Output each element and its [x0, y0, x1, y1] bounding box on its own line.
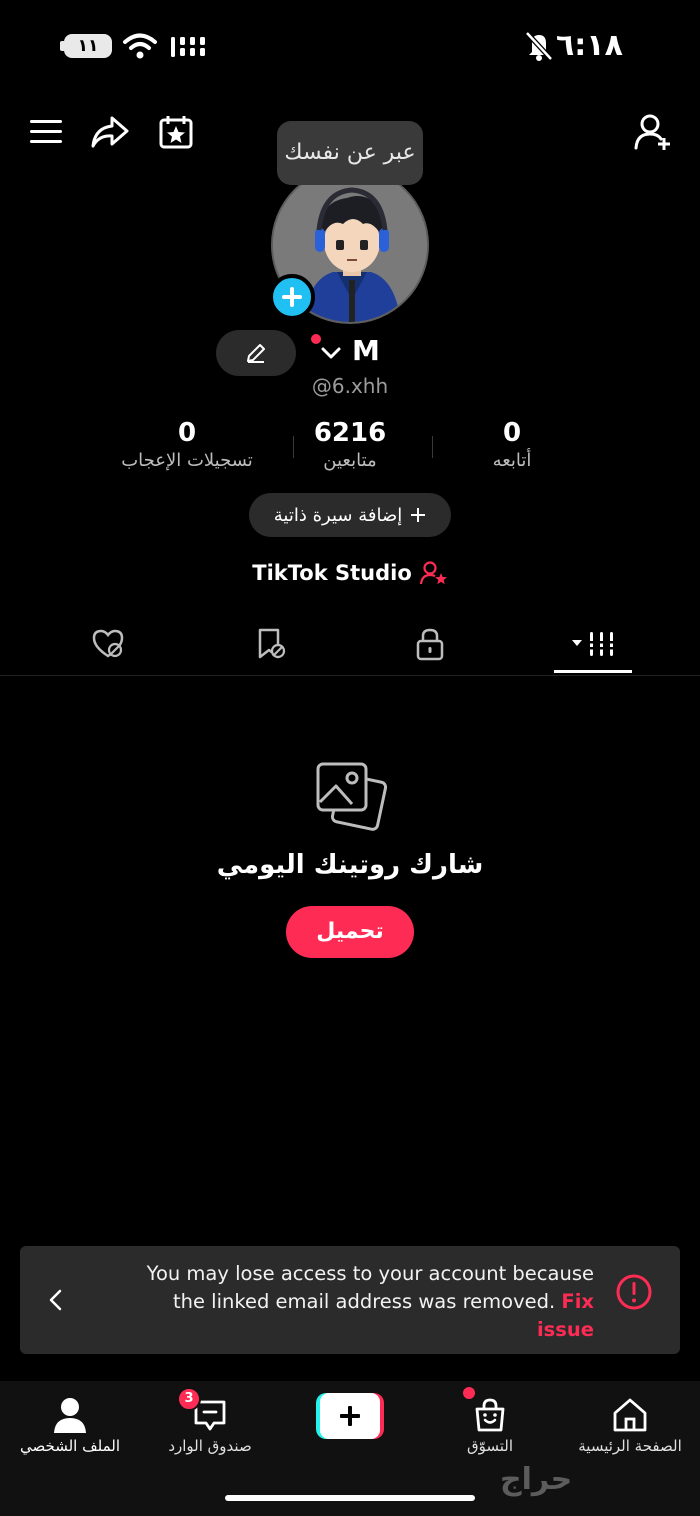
plus-icon	[340, 1406, 360, 1426]
plus-icon	[411, 508, 426, 522]
chevron-left-icon[interactable]	[44, 1286, 68, 1314]
add-friend-icon[interactable]	[630, 108, 678, 156]
shopping-bag-icon	[475, 1398, 505, 1432]
calendar-star-icon[interactable]	[152, 108, 200, 156]
home-indicator[interactable]	[225, 1495, 475, 1501]
menu-icon[interactable]	[22, 108, 70, 156]
studio-label: TikTok Studio	[252, 561, 412, 585]
username-text: @6.xhh	[311, 374, 389, 398]
edit-profile-button[interactable]	[216, 330, 296, 376]
following-count: 0	[502, 418, 522, 448]
person-icon	[54, 1398, 86, 1433]
tab-private[interactable]	[390, 622, 470, 666]
person-star-icon	[419, 561, 447, 585]
tiktok-studio-link[interactable]: TikTok Studio	[0, 560, 700, 586]
display-name: M	[352, 334, 380, 367]
nav-home[interactable]: الصفحة الرئيسية	[560, 1395, 700, 1455]
account-warning-banner[interactable]: You may lose access to your account beca…	[20, 1246, 680, 1354]
tab-videos[interactable]	[553, 622, 633, 666]
signal-icon	[171, 37, 205, 57]
alert-icon	[616, 1274, 652, 1310]
lock-icon	[416, 628, 444, 661]
stat-following[interactable]: 0 أتابعه	[412, 418, 612, 471]
create-button[interactable]	[316, 1393, 384, 1439]
banner-message-text: You may lose access to your account beca…	[146, 1262, 594, 1313]
photos-icon	[316, 762, 388, 831]
inbox-badge: 3	[177, 1387, 201, 1411]
status-bar: ١١ ٦:١٨	[0, 0, 700, 95]
tab-liked[interactable]	[68, 622, 148, 666]
tab-favorites[interactable]	[230, 622, 310, 666]
plus-icon	[282, 287, 302, 307]
pencil-icon	[247, 344, 265, 363]
username: @6.xhh	[0, 374, 700, 398]
nav-inbox-label: صندوق الوارد	[168, 1437, 252, 1455]
chevron-down-icon[interactable]	[318, 340, 344, 366]
active-tab-indicator	[554, 670, 632, 673]
shop-notification-dot	[463, 1387, 475, 1399]
nav-profile[interactable]: الملف الشخصي	[0, 1395, 140, 1455]
heart-hidden-icon	[92, 629, 124, 658]
battery-icon: ١١	[60, 34, 112, 58]
nav-inbox[interactable]: 3 صندوق الوارد	[140, 1387, 280, 1455]
nav-profile-label: الملف الشخصي	[20, 1437, 120, 1455]
grid-dropdown-icon	[572, 632, 615, 656]
add-avatar-button[interactable]	[269, 274, 315, 320]
bell-muted-icon	[525, 31, 553, 61]
following-label: أتابعه	[492, 450, 532, 471]
nav-home-label: الصفحة الرئيسية	[578, 1437, 682, 1455]
watermark-logo: حراج	[500, 1462, 573, 1497]
banner-message: You may lose access to your account beca…	[114, 1260, 594, 1344]
wifi-icon	[123, 33, 157, 59]
content-tabs	[0, 612, 700, 676]
home-icon	[613, 1398, 647, 1432]
bookmark-hidden-icon	[258, 628, 286, 659]
tooltip-express-yourself[interactable]: عبر عن نفسك	[277, 121, 423, 185]
add-bio-label: إضافة سيرة ذاتية	[273, 504, 403, 526]
clock: ٦:١٨	[556, 28, 623, 63]
nav-shop-label: التسوّق	[466, 1437, 514, 1455]
add-bio-button[interactable]: إضافة سيرة ذاتية	[249, 493, 451, 537]
nav-shop[interactable]: التسوّق	[420, 1387, 560, 1455]
upload-button[interactable]: تحميل	[286, 906, 414, 958]
empty-state-title: شارك روتينك اليومي	[216, 850, 484, 880]
nav-create[interactable]	[280, 1393, 420, 1439]
share-icon[interactable]	[86, 108, 134, 156]
